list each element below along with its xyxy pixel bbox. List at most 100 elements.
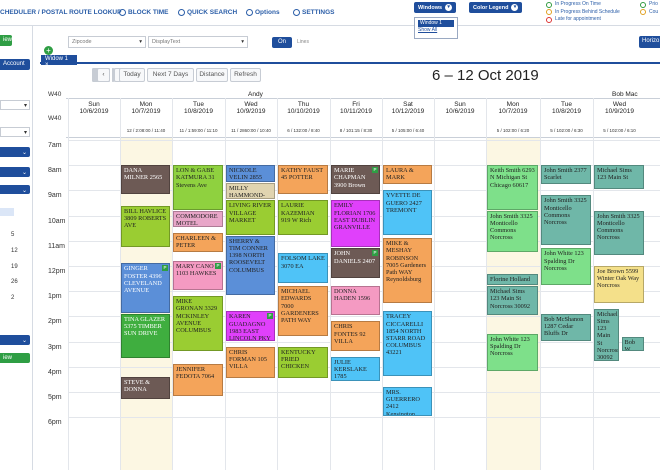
- day-column[interactable]: [434, 138, 486, 470]
- calendar-day[interactable]: 2: [11, 295, 14, 301]
- appointment-block[interactable]: MARY CANO 1103 HAWKES P: [173, 260, 223, 291]
- block-time-link[interactable]: BLOCK TIME: [119, 9, 168, 16]
- appointment-block[interactable]: JOHN DANIELS 2407 P: [331, 248, 380, 278]
- appointment-block[interactable]: Bob McShanon 1287 Cedar Bluffs Dr: [541, 313, 591, 341]
- day-header[interactable]: Sun 10/6/2019: [68, 101, 120, 115]
- add-window-button[interactable]: +: [44, 46, 53, 55]
- appointment-block[interactable]: TINA GLAZER 5375 TIMBER SUN DRIVE: [121, 313, 170, 359]
- day-header[interactable]: Sun 10/6/2019: [434, 101, 486, 115]
- appointment-block[interactable]: MIKE & MESHAY ROBINSON 7005 Gardeners Pa…: [383, 238, 432, 303]
- settings-link[interactable]: SETTINGS: [293, 9, 335, 16]
- day-header[interactable]: Tue 10/8/2019: [172, 101, 225, 115]
- lines-toggle-on[interactable]: On: [272, 37, 292, 48]
- appointment-block[interactable]: TRACEY CICCARELLI 1854 NORTH STARR ROAD …: [383, 311, 432, 376]
- today-button[interactable]: Today: [119, 68, 145, 82]
- appointment-block[interactable]: KENTUCKY FRIED CHICKEN: [278, 346, 328, 379]
- calendar-day[interactable]: 26: [11, 279, 18, 285]
- collapse-button-3[interactable]: ⌄: [0, 185, 30, 194]
- options-link[interactable]: Options: [246, 9, 280, 16]
- view-button-2[interactable]: iew: [0, 353, 30, 363]
- day-name: Wed: [244, 101, 258, 108]
- appointment-block[interactable]: MIKE GRONAN 3329 MCKINLEY AVENUE COLUMBU…: [173, 296, 223, 351]
- appointment-block[interactable]: LAURIE KAZEMIAN 919 W Rich: [278, 200, 328, 235]
- appointment-block[interactable]: MARIE CHAPMAN 3900 Brown P: [331, 165, 380, 195]
- day-column[interactable]: [382, 138, 434, 470]
- appointment-block[interactable]: CHRIS FONTES 92 VILLA: [331, 321, 380, 351]
- appointment-block[interactable]: EMILY FLORIAN 1706 EAST DUBLIN GRANVILLE: [331, 200, 380, 248]
- day-header[interactable]: Thu 10/10/2019: [277, 101, 330, 115]
- appointment-block[interactable]: Michael Sims 123 Main St: [594, 165, 644, 190]
- appointment-block[interactable]: John Smith 2377 Scarlet: [541, 165, 591, 185]
- appointment-block[interactable]: DONNA HADEN 1596: [331, 286, 380, 316]
- appointment-block[interactable]: MRS. GUERRERO 2412 Kensington: [383, 386, 432, 417]
- appointment-block[interactable]: KAREN GUADAGNO 1983 EAST LINCOLN PKY P: [226, 311, 275, 341]
- appointment-block[interactable]: DANA MILNER 2565: [121, 165, 170, 195]
- appointment-block[interactable]: GINGER FOSTER 4396 CLEVELAND AVENUE P: [121, 263, 170, 313]
- appointment-block[interactable]: LAURA & MARK: [383, 165, 432, 185]
- appointment-block[interactable]: YVETTE DE GUERO 2427 TREMONT: [383, 190, 432, 235]
- appointment-block[interactable]: John Smith 3325 Monticello Commons Norcr…: [594, 210, 644, 255]
- day-column[interactable]: [68, 138, 120, 470]
- calendar-day[interactable]: 19: [11, 264, 18, 270]
- appointment-block[interactable]: MICHAEL EDWARDS 7000 GARDENERS PATH WAY: [278, 286, 328, 336]
- windows-button[interactable]: Windows ▾: [414, 2, 457, 13]
- day-header[interactable]: Mon 10/7/2019: [486, 101, 540, 115]
- display-text-select[interactable]: DisplayText ▾: [148, 36, 248, 48]
- appointment-block[interactable]: John Smith 3325 Monticello Commons Norcr…: [541, 195, 591, 245]
- appointment-block[interactable]: John Smith 3325 Monticello Commons Norcr…: [487, 210, 538, 253]
- appointment-block[interactable]: BILL HAVLICE 3809 ROBERTS AVE: [121, 205, 170, 248]
- day-header[interactable]: Wed 10/9/2019: [593, 101, 646, 115]
- appointment-block[interactable]: Joe Brown 5599 Winter Oak Way Norcross: [594, 266, 644, 303]
- appointment-block[interactable]: JENNIFER FEDOTA 7064: [173, 364, 223, 397]
- day-header[interactable]: Mon 10/7/2019: [120, 101, 172, 115]
- appointment-block[interactable]: NICKOLE VELIN 2855: [226, 165, 275, 182]
- day-header[interactable]: Wed 10/9/2019: [225, 101, 277, 115]
- appointment-block[interactable]: MILLY HAMMOND-PRO: [226, 182, 275, 200]
- appointment-block[interactable]: KATHY FAUST 45 POTTER: [278, 165, 328, 195]
- left-select-2[interactable]: ▾: [0, 127, 30, 137]
- view-button[interactable]: iew: [0, 35, 12, 46]
- horizontal-view-button[interactable]: Horizo: [639, 36, 660, 48]
- calendar-day[interactable]: 5: [11, 232, 14, 238]
- appointment-block[interactable]: COMMODORE MOTEL: [173, 210, 223, 228]
- appointment-block[interactable]: JULIE KERSLAKE 1785: [331, 356, 380, 381]
- appointment-block[interactable]: CHRIS FORMAN 105 VILLA: [226, 346, 275, 379]
- day-header[interactable]: Fri 10/11/2019: [330, 101, 382, 115]
- appointment-block[interactable]: Michael Sims 123 Main St Norcross 30092: [487, 286, 538, 316]
- color-legend-button[interactable]: Color Legend ▾: [469, 2, 523, 13]
- next-7-days-button[interactable]: Next 7 Days: [147, 68, 194, 82]
- day-header[interactable]: Sat 10/12/2019: [382, 101, 434, 115]
- appointment-block[interactable]: Michael Sims 123 Main St Norcross 30092: [594, 308, 619, 361]
- zipcode-select[interactable]: Zipcode ▾: [68, 36, 146, 48]
- distance-button[interactable]: Distance: [196, 68, 228, 82]
- day-name: Sat: [403, 101, 413, 108]
- appointment-block[interactable]: Bob W: [621, 336, 644, 351]
- appointment-block[interactable]: LON & GABE KATMURA 31 Stevens Ave: [173, 165, 223, 210]
- appointment-block[interactable]: CHARLEEN & PETER: [173, 233, 223, 253]
- appointment-block[interactable]: John White 123 Spalding Dr Norcross: [541, 248, 591, 286]
- tab-window-1[interactable]: Widow 1 ×: [41, 55, 77, 68]
- close-icon[interactable]: ×: [45, 62, 49, 68]
- appointment-block[interactable]: John White 123 Spalding Dr Norcross: [487, 334, 538, 371]
- calendar-day[interactable]: 12: [11, 248, 18, 254]
- appointment-block[interactable]: LIVING RIVER VILLAGE MARKET: [226, 200, 275, 235]
- collapse-button-1[interactable]: ⌄: [0, 147, 30, 157]
- collapse-button-4[interactable]: ⌄: [0, 335, 30, 345]
- appointment-block[interactable]: Florine Holland: [487, 273, 538, 286]
- collapse-button-2[interactable]: ⌄: [0, 167, 30, 177]
- account-button[interactable]: Account: [0, 59, 30, 70]
- day-column[interactable]: [540, 138, 593, 470]
- chevron-down-icon: ⌄: [21, 170, 27, 176]
- refresh-button[interactable]: Refresh: [230, 68, 261, 82]
- left-select-1[interactable]: ▾: [0, 100, 30, 110]
- appointment-block[interactable]: Keith Smith 6293 N Michigan St Chicago 6…: [487, 165, 538, 210]
- appointment-block[interactable]: SHERRY & TIM CONNER 1398 NORTH ROOSEVELT…: [226, 235, 275, 296]
- day-header[interactable]: Tue 10/8/2019: [540, 101, 593, 115]
- window-1-option[interactable]: Window 1: [418, 20, 454, 27]
- day-stats: 6 / 132:00 / 8:40: [287, 128, 320, 133]
- show-all-option[interactable]: Show All: [418, 27, 454, 34]
- appointment-block[interactable]: STEVE & DONNA: [121, 376, 170, 399]
- quick-search-link[interactable]: QUICK SEARCH: [178, 9, 237, 16]
- appointment-block[interactable]: FOLSOM LAKE 3070 EA: [278, 253, 328, 283]
- postal-route-lookup-link[interactable]: CHEDULER / POSTAL ROUTE LOOKUP: [0, 9, 121, 16]
